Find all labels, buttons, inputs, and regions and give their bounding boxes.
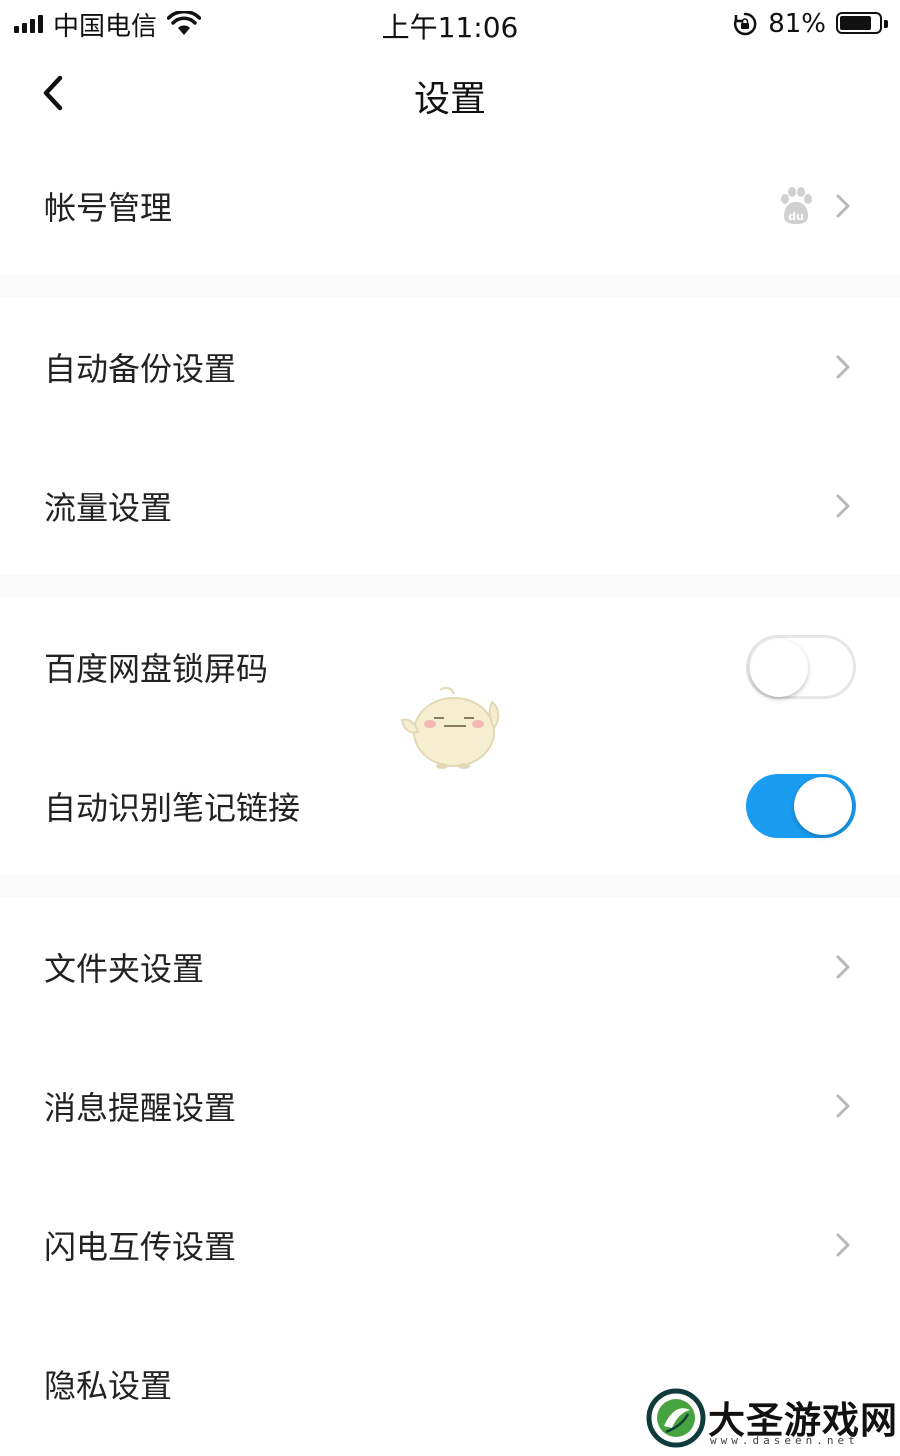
row-label: 流量设置 [44,488,173,527]
settings-row-traffic[interactable]: 流量设置 [0,436,900,575]
toggle-knob [750,638,808,697]
row-label: 自动备份设置 [44,349,237,388]
chevron-right-icon [836,194,850,217]
settings-row-auto-backup[interactable]: 自动备份设置 [0,297,900,436]
settings-row-flash-transfer[interactable]: 闪电互传设置 [0,1175,900,1314]
row-label: 隐私设置 [44,1366,173,1405]
chevron-right-icon [836,494,850,517]
battery-icon [836,12,888,36]
svg-text:du: du [788,210,804,223]
nav-bar: 设置 [0,52,900,136]
section-divider [0,875,900,897]
wifi-icon [167,11,202,35]
signal-icon [14,15,43,33]
chevron-right-icon [836,355,850,378]
row-label: 百度网盘锁屏码 [44,649,269,688]
settings-row-notifications[interactable]: 消息提醒设置 [0,1036,900,1175]
row-label: 闪电互传设置 [44,1227,237,1266]
settings-row-account[interactable]: 帐号管理 du [0,136,900,275]
row-label: 自动识别笔记链接 [44,788,301,827]
status-bar: 中国电信 上午11:06 81% [0,0,900,48]
battery-percent: 81% [768,9,826,39]
status-bar-left: 中国电信 [14,8,202,42]
carrier-name: 中国电信 [53,11,158,42]
chevron-right-icon [836,1233,850,1256]
status-bar-right: 81% [732,8,888,40]
lock-code-toggle[interactable] [746,634,856,699]
row-label: 消息提醒设置 [44,1088,237,1127]
section-divider [0,575,900,597]
settings-list: 帐号管理 du 自动备份设置 流量设置 百度网盘锁屏码 自动识别笔记链接 文件夹… [0,136,900,1453]
chevron-right-icon [836,1094,850,1117]
page-title: 设置 [413,79,486,120]
note-links-toggle[interactable] [746,773,856,838]
watermark-logo-icon [646,1388,706,1448]
orientation-lock-icon [734,12,757,36]
watermark: 大圣游戏网 www.daseen.net [646,1388,897,1452]
settings-row-note-links: 自动识别笔记链接 [0,736,900,875]
baidu-paw-icon: du [781,186,812,224]
row-label: 文件夹设置 [44,949,205,988]
settings-row-lock-code: 百度网盘锁屏码 [0,597,900,736]
settings-row-folder[interactable]: 文件夹设置 [0,897,900,1036]
row-label: 帐号管理 [44,188,173,227]
section-divider [0,275,900,297]
toggle-knob [794,776,852,835]
watermark-url: www.daseen.net [710,1434,859,1447]
chevron-right-icon [836,955,850,978]
